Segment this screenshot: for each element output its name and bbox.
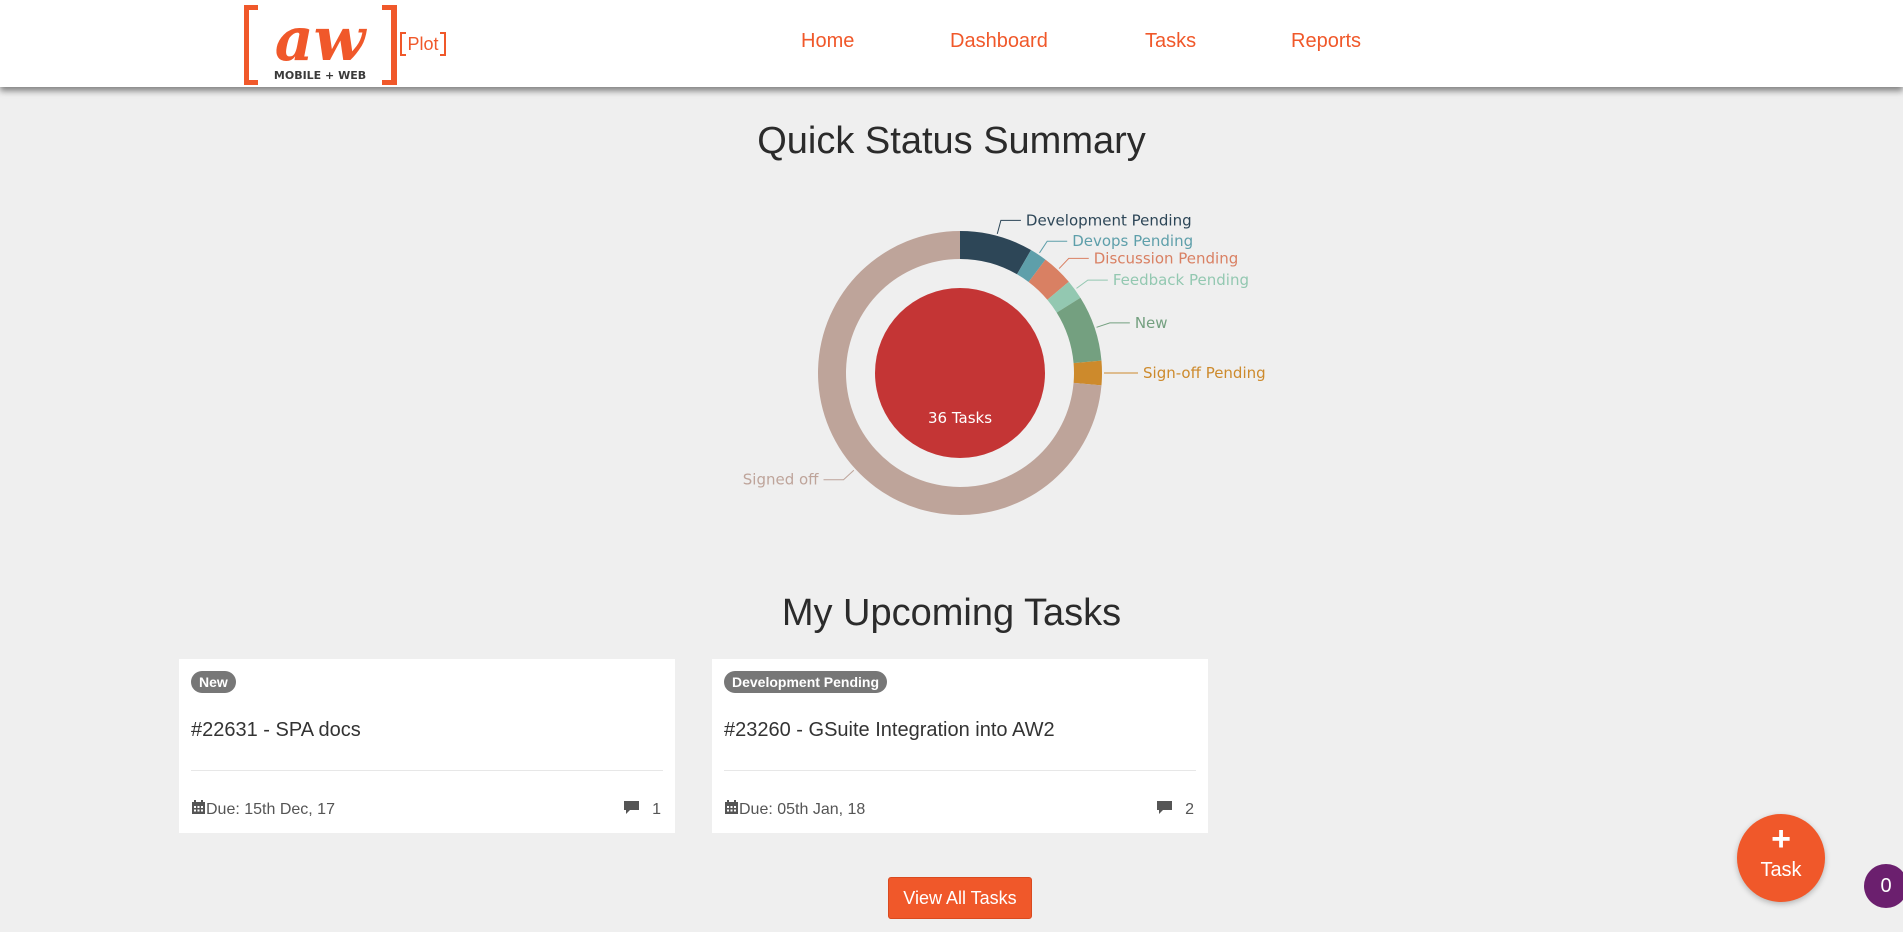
task-comments[interactable]: 1 xyxy=(623,800,661,820)
task-title[interactable]: #22631 - SPA docs xyxy=(191,719,361,742)
slice-leader-line xyxy=(1058,257,1089,269)
slice-label: New xyxy=(1135,314,1168,332)
status-donut-chart: Development Pending Devops PendingDiscuss… xyxy=(743,211,1266,515)
donut-slice[interactable] xyxy=(1073,360,1102,386)
comment-count: 1 xyxy=(652,801,661,818)
notification-counter[interactable]: 0 xyxy=(1864,864,1903,908)
view-all-tasks-button[interactable]: View All Tasks xyxy=(888,877,1032,919)
upcoming-title: My Upcoming Tasks xyxy=(781,592,1122,634)
slice-leader-line xyxy=(1096,322,1130,328)
comment-icon xyxy=(1156,800,1173,820)
slice-leader-line xyxy=(823,469,855,481)
card-divider xyxy=(724,770,1196,771)
status-badge: New xyxy=(191,671,236,693)
donut-center-label: 36 Tasks xyxy=(928,409,992,427)
nav-reports[interactable]: Reports xyxy=(1291,30,1361,53)
task-due-text: Due: 15th Dec, 17 xyxy=(206,801,335,818)
slice-leader-line xyxy=(1039,240,1068,254)
calendar-icon xyxy=(191,800,206,820)
summary-title: Quick Status Summary xyxy=(757,120,1146,162)
donut-slice[interactable] xyxy=(960,231,1031,275)
app-header: aw MOBILE + WEB Plot Home Dashboard Task… xyxy=(0,0,1903,87)
slice-label: Feedback Pending xyxy=(1113,271,1249,289)
slice-label: Signed off xyxy=(743,471,819,489)
task-due: Due: 05th Jan, 18 xyxy=(724,800,865,820)
slice-label: Discussion Pending xyxy=(1094,249,1239,267)
add-task-button[interactable]: + Task xyxy=(1737,814,1825,902)
comment-icon xyxy=(623,800,640,820)
main-nav: Home Dashboard Tasks Reports xyxy=(0,0,1903,87)
calendar-icon xyxy=(724,800,739,820)
task-comments[interactable]: 2 xyxy=(1156,800,1194,820)
task-card[interactable]: Development Pending #23260 - GSuite Inte… xyxy=(712,659,1208,833)
add-task-label: Task xyxy=(1760,859,1802,881)
nav-home[interactable]: Home xyxy=(801,30,854,53)
slice-leader-line xyxy=(1076,279,1108,289)
comment-count: 2 xyxy=(1185,801,1194,818)
slice-leader-line xyxy=(996,219,1021,235)
slice-label: Devops Pending xyxy=(1072,232,1193,250)
card-divider xyxy=(191,770,663,771)
status-badge: Development Pending xyxy=(724,671,888,693)
task-title[interactable]: #23260 - GSuite Integration into AW2 xyxy=(724,719,1055,742)
plus-icon: + xyxy=(1771,820,1791,858)
slice-label: Sign-off Pending xyxy=(1143,364,1266,382)
task-card[interactable]: New #22631 - SPA docs Due: 15th Dec, 17 … xyxy=(179,659,675,833)
task-due-text: Due: 05th Jan, 18 xyxy=(739,801,866,818)
slice-label: Development Pending xyxy=(1026,211,1192,229)
task-due: Due: 15th Dec, 17 xyxy=(191,800,335,820)
donut-center xyxy=(875,288,1045,458)
nav-dashboard[interactable]: Dashboard xyxy=(950,30,1048,53)
nav-tasks[interactable]: Tasks xyxy=(1145,30,1196,53)
